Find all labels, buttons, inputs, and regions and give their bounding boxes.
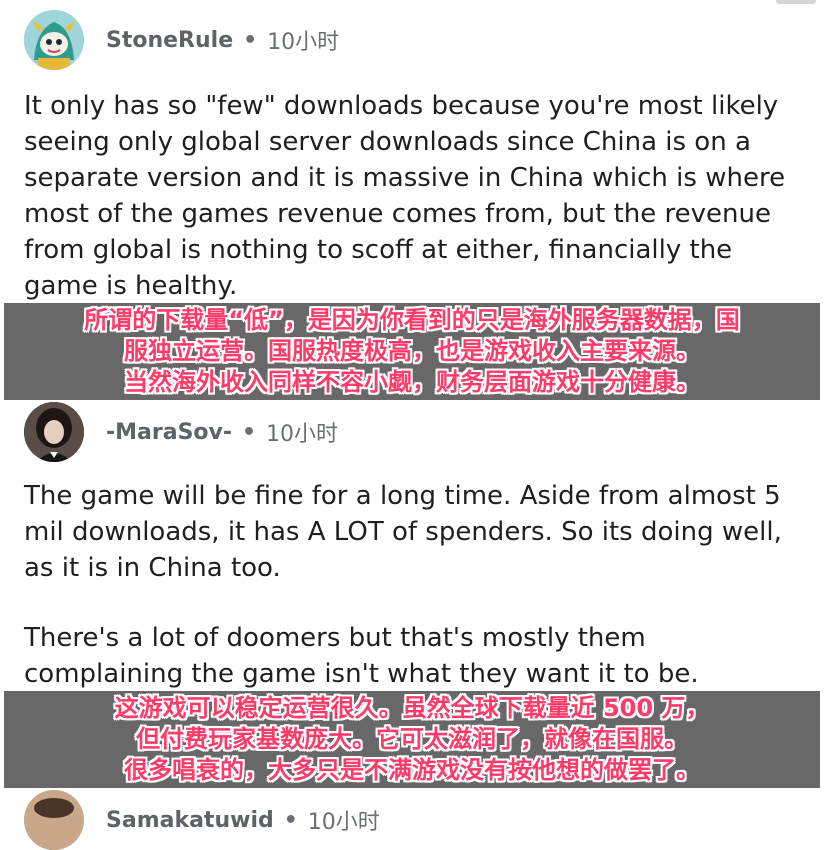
comment-meta: Samakatuwid • 10小时 [106, 804, 380, 836]
username-link[interactable]: StoneRule [106, 28, 233, 53]
avatar[interactable] [24, 10, 84, 70]
timestamp: 10小时 [267, 30, 340, 55]
comment-body: There's a lot of doomers but that's most… [24, 623, 699, 689]
avatar-person-icon [24, 790, 84, 850]
scrollbar-thumb[interactable] [776, 0, 816, 4]
translation-overlay: 这游戏可以稳定运营很久。虽然全球下载量近 500 万， 但付费玩家基数庞大。它可… [4, 691, 820, 788]
comment-body: The game will be fine for a long time. A… [24, 481, 782, 583]
separator-dot: • [242, 419, 257, 445]
avatar[interactable] [24, 790, 84, 850]
username-link[interactable]: -MaraSov- [106, 420, 232, 445]
translation-line: 当然海外收入同样不容小觑，财务层面游戏十分健康。 [124, 368, 700, 396]
translation-line: 但付费玩家基数庞大。它可太滋润了，就像在国服。 [136, 725, 688, 753]
comment-body: It only has so "few" downloads because y… [24, 91, 786, 301]
avatar[interactable] [24, 402, 84, 462]
separator-dot: • [243, 27, 258, 53]
username-link[interactable]: Samakatuwid [106, 808, 274, 833]
timestamp: 10小时 [307, 810, 380, 835]
translation-line: 这游戏可以稳定运营很久。虽然全球下载量近 500 万， [114, 694, 710, 722]
comment-header: -MaraSov- • 10小时 [24, 402, 338, 462]
translation-overlay: 所谓的下载量“低”，是因为你看到的只是海外服务器数据，国 服独立运营。国服热度极… [4, 303, 820, 400]
avatar-creature-icon [24, 10, 84, 70]
comment-meta: -MaraSov- • 10小时 [106, 416, 338, 448]
translation-line: 所谓的下载量“低”，是因为你看到的只是海外服务器数据，国 [84, 306, 740, 334]
timestamp: 10小时 [266, 422, 339, 447]
translation-line: 很多唱衰的，大多只是不满游戏没有按他想的做罢了。 [124, 756, 700, 784]
comment-meta: StoneRule • 10小时 [106, 24, 339, 56]
separator-dot: • [283, 807, 298, 833]
comment-header: Samakatuwid • 10小时 [24, 790, 380, 850]
comment-header: StoneRule • 10小时 [24, 10, 339, 70]
avatar-person-icon [24, 402, 84, 462]
translation-line: 服独立运营。国服热度极高，也是游戏收入主要来源。 [124, 337, 700, 365]
